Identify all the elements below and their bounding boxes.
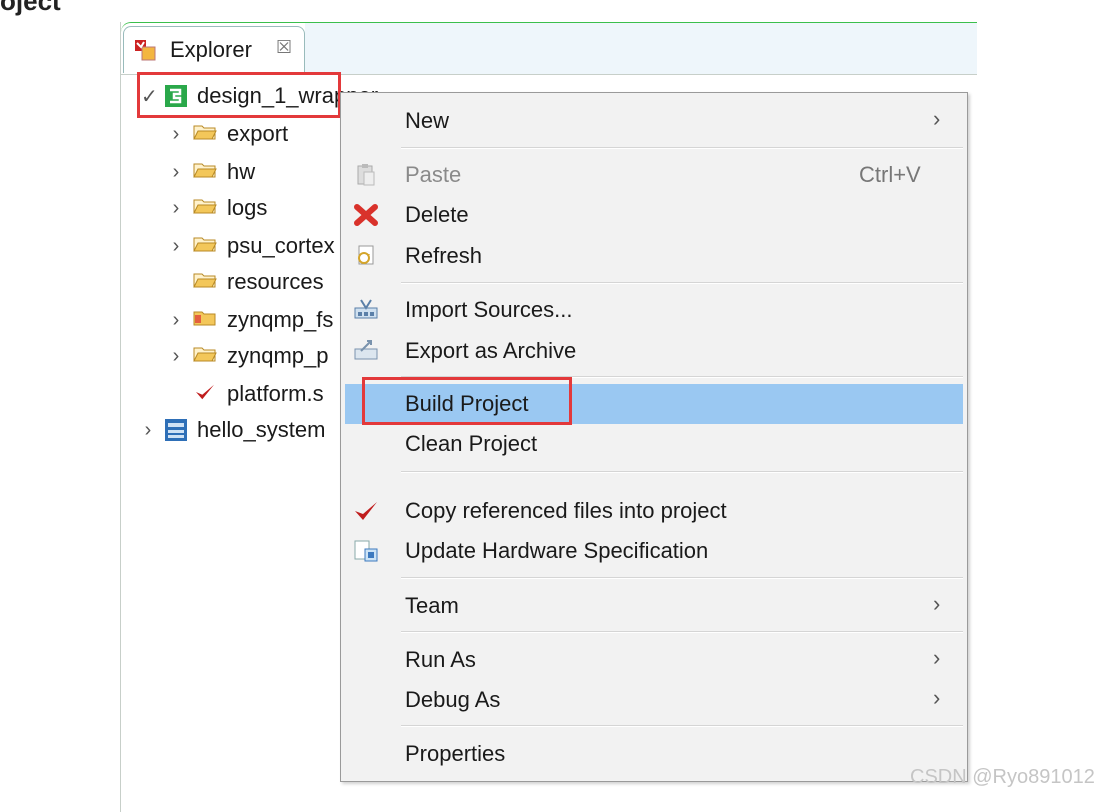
submenu-arrow-icon: › <box>933 685 941 710</box>
menu-item-debug-as[interactable]: Debug As › <box>341 680 967 720</box>
menu-item-shortcut: Ctrl+V <box>859 162 921 187</box>
folder-special-icon <box>193 307 227 333</box>
hardware-spec-icon <box>353 539 379 563</box>
close-icon[interactable]: ☒ <box>276 37 292 58</box>
delete-icon <box>353 203 379 227</box>
tree-root-hello-system[interactable]: › hello_system <box>141 412 326 448</box>
menu-separator <box>401 282 963 284</box>
tab-explorer[interactable]: Explorer ☒ <box>123 26 305 73</box>
menu-item-team[interactable]: Team › <box>341 586 967 626</box>
root-highlight-box <box>137 72 341 118</box>
tree-item-label: platform.s <box>227 381 324 406</box>
menu-item-label: Team <box>405 593 459 618</box>
submenu-arrow-icon: › <box>933 591 941 616</box>
tree-item-label: hw <box>227 159 256 184</box>
folder-icon <box>193 269 227 295</box>
folder-icon <box>193 195 227 221</box>
menu-separator <box>401 471 963 473</box>
watermark: CSDN @Ryo891012 <box>910 766 1095 788</box>
paste-icon <box>353 163 379 187</box>
export-icon <box>353 339 379 363</box>
tree-item[interactable]: › psu_cortex <box>169 228 335 264</box>
tree-item-label: zynqmp_p <box>227 343 329 368</box>
menu-item-label: Properties <box>405 741 506 766</box>
refresh-icon <box>353 244 379 268</box>
tree-item[interactable]: › logs <box>169 190 268 226</box>
menu-item-run-as[interactable]: Run As › <box>341 640 967 680</box>
menu-item-update-hardware-specification[interactable]: Update Hardware Specification <box>341 531 967 571</box>
menu-item-label: Copy referenced files into project <box>405 498 727 523</box>
context-menu: New › Paste Ctrl+V Delete Refresh Import Sourc… <box>340 92 968 782</box>
menu-item-label: Clean Project <box>405 431 538 456</box>
system-project-icon <box>165 419 187 441</box>
build-project-highlight-box <box>362 377 572 425</box>
chevron-right-icon[interactable]: › <box>169 123 183 146</box>
tree-item[interactable]: › zynqmp_fs <box>169 302 334 338</box>
folder-icon <box>193 233 227 259</box>
menu-separator <box>401 631 963 633</box>
checkmark-icon <box>353 499 379 523</box>
explorer-toolbar-strip <box>305 22 977 74</box>
chevron-right-icon[interactable]: › <box>169 309 183 332</box>
menu-item-label: Export as Archive <box>405 338 577 363</box>
menu-item-new[interactable]: New › <box>341 101 967 141</box>
tree-item[interactable]: › hw <box>169 154 255 190</box>
explorer-icon <box>135 40 156 61</box>
menu-item-properties[interactable]: Properties <box>341 734 967 774</box>
chevron-right-icon[interactable]: › <box>169 197 183 220</box>
tree-item-label: logs <box>227 195 268 220</box>
menu-item-refresh[interactable]: Refresh <box>341 236 967 276</box>
submenu-arrow-icon: › <box>933 106 941 131</box>
chevron-right-icon[interactable]: › <box>169 161 183 184</box>
tree-item[interactable]: › export <box>169 116 289 152</box>
menu-item-label: Debug As <box>405 687 501 712</box>
tree-item[interactable]: › zynqmp_p <box>169 338 329 374</box>
folder-icon <box>193 121 227 147</box>
tree-item-label: export <box>227 121 289 146</box>
tree-item-label: zynqmp_fs <box>227 307 334 332</box>
menu-item-label: Paste <box>405 162 462 187</box>
menu-item-label: Import Sources... <box>405 297 573 322</box>
tree-item[interactable]: platform.s <box>169 376 324 412</box>
menu-item-label: New <box>405 108 450 133</box>
menu-item-label: Run As <box>405 647 476 672</box>
tree-item-label: resources <box>227 269 324 294</box>
menu-item-export-as-archive[interactable]: Export as Archive <box>341 331 967 371</box>
submenu-arrow-icon: › <box>933 645 941 670</box>
import-icon <box>353 298 379 322</box>
tree-item-label: psu_cortex <box>227 233 335 258</box>
folder-icon <box>193 343 227 369</box>
menu-item-copy-referenced-files-into-project[interactable]: Copy referenced files into project <box>341 491 967 531</box>
checkmark-file-icon <box>193 381 227 407</box>
menu-item-delete[interactable]: Delete <box>341 195 967 235</box>
menu-item-label: Update Hardware Specification <box>405 538 709 563</box>
folder-icon <box>193 159 227 185</box>
menu-separator <box>401 577 963 579</box>
menu-separator <box>401 147 963 149</box>
menu-item-label: Delete <box>405 202 469 227</box>
menu-item-paste[interactable]: Paste Ctrl+V <box>341 155 967 195</box>
tree-item[interactable]: resources <box>169 264 324 300</box>
tree-second-root-label: hello_system <box>197 417 326 442</box>
menu-separator <box>401 725 963 727</box>
menu-item-label: Refresh <box>405 243 483 268</box>
chevron-right-icon[interactable]: › <box>141 419 155 442</box>
chevron-right-icon[interactable]: › <box>169 235 183 258</box>
chevron-right-icon[interactable]: › <box>169 345 183 368</box>
tab-explorer-label: Explorer <box>170 37 252 62</box>
menu-item-import-sources[interactable]: Import Sources... <box>341 290 967 330</box>
page-heading-fragment: oject <box>0 0 61 16</box>
menu-item-clean-project[interactable]: Clean Project <box>341 424 967 464</box>
